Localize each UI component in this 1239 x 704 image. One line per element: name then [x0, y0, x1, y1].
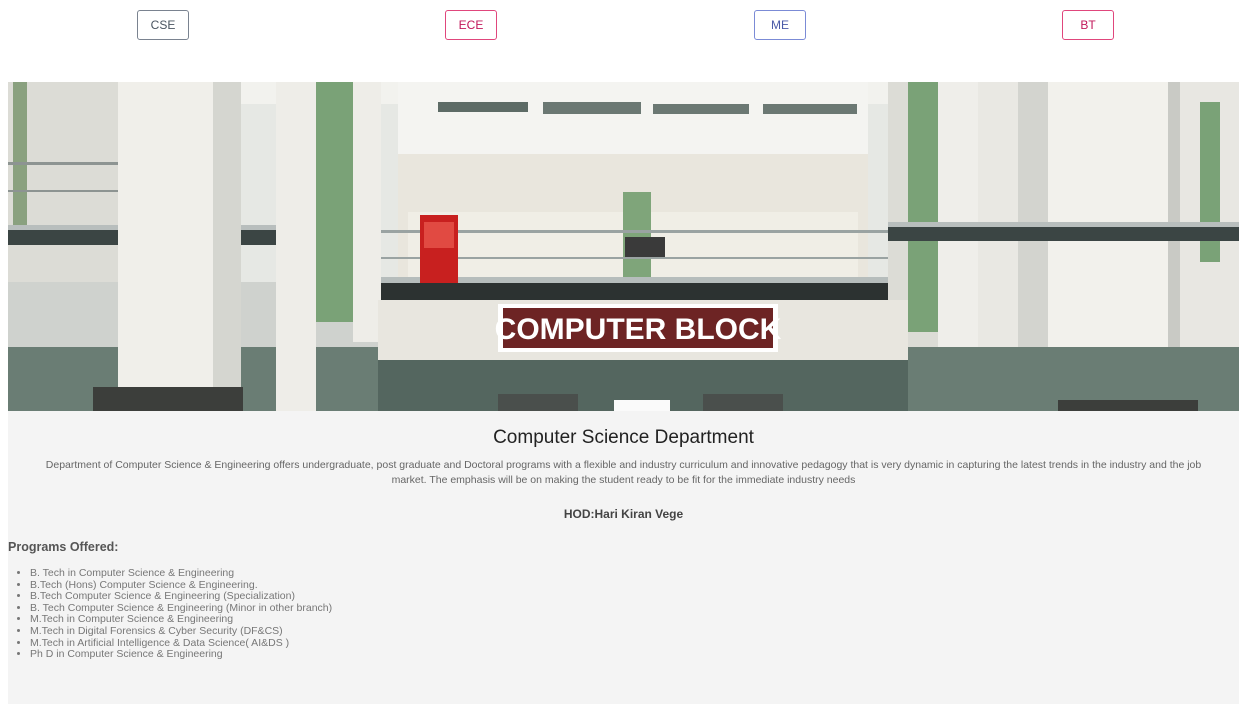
- list-item: M.Tech in Digital Forensics & Cyber Secu…: [30, 625, 332, 638]
- computer-block-sign: COMPUTER BLOCK: [495, 313, 782, 346]
- page-title: Computer Science Department: [493, 427, 754, 448]
- department-info: Computer Science Department Department o…: [8, 411, 1239, 704]
- computer-block-photo: COMPUTER BLOCK: [8, 82, 1239, 412]
- ece-button[interactable]: ECE: [445, 10, 497, 40]
- department-description: Department of Computer Science & Enginee…: [45, 459, 1202, 486]
- department-nav: CSE ECE ME BT: [0, 0, 1239, 70]
- list-item: Ph D in Computer Science & Engineering: [30, 649, 332, 661]
- programs-heading: Programs Offered:: [8, 540, 119, 554]
- cse-button[interactable]: CSE: [137, 10, 189, 40]
- list-item: B. Tech in Computer Science & Engineerin…: [30, 567, 332, 580]
- hod-name: HOD:Hari Kiran Vege: [563, 507, 684, 521]
- bt-button[interactable]: BT: [1062, 10, 1114, 40]
- me-button[interactable]: ME: [754, 10, 806, 40]
- programs-list: B. Tech in Computer Science & Engineerin…: [8, 567, 332, 661]
